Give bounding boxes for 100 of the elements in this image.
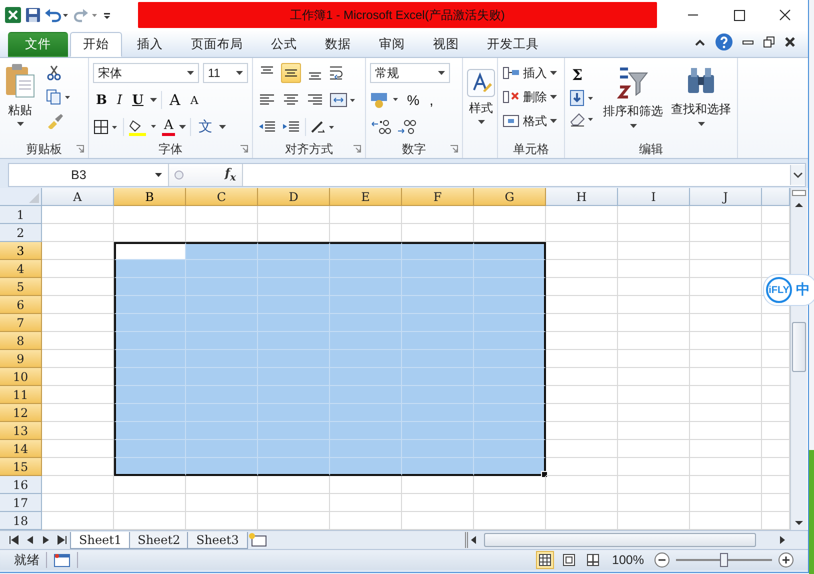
grid-cell[interactable] — [546, 404, 618, 422]
zoom-level[interactable]: 100% — [612, 553, 644, 567]
underline-button[interactable]: U — [129, 90, 146, 110]
column-header[interactable]: E — [330, 188, 402, 206]
paste-button[interactable]: 粘贴 — [4, 61, 36, 140]
grid-cell[interactable] — [546, 440, 618, 458]
brush-icon[interactable] — [46, 113, 64, 129]
close-icon[interactable] — [784, 36, 796, 48]
grid-cell[interactable] — [546, 332, 618, 350]
collapse-ribbon-icon[interactable] — [694, 37, 706, 47]
input-method-toast[interactable]: iFLY 中 — [763, 274, 814, 306]
grid-cell[interactable] — [546, 494, 618, 512]
grid-cell[interactable] — [618, 242, 690, 260]
grid-cell[interactable] — [690, 332, 762, 350]
selected-cell[interactable] — [474, 368, 546, 386]
row-header[interactable]: 15 — [0, 458, 42, 476]
grid-cell[interactable] — [42, 206, 114, 224]
row-header[interactable]: 18 — [0, 512, 42, 530]
grid-cell[interactable] — [402, 476, 474, 494]
zoom-slider-thumb[interactable] — [720, 553, 728, 567]
row-header[interactable]: 7 — [0, 314, 42, 332]
grid-cell[interactable] — [690, 224, 762, 242]
row-header[interactable]: 10 — [0, 368, 42, 386]
selected-cell[interactable] — [258, 242, 330, 260]
zoom-out-icon[interactable] — [654, 552, 670, 568]
grid-cell[interactable] — [618, 368, 690, 386]
caret-icon[interactable] — [179, 125, 186, 129]
caret-icon[interactable] — [219, 125, 226, 129]
grid-cell[interactable] — [618, 278, 690, 296]
comma-button[interactable]: , — [426, 90, 436, 110]
selected-cell[interactable] — [474, 260, 546, 278]
grid-cell[interactable] — [546, 314, 618, 332]
ribbon-tab[interactable]: 开始 — [70, 32, 122, 57]
row-header[interactable]: 4 — [0, 260, 42, 278]
grid-cell[interactable] — [618, 494, 690, 512]
save-icon[interactable] — [25, 7, 41, 23]
ribbon-tab[interactable]: 审阅 — [366, 32, 418, 57]
selected-cell[interactable] — [474, 242, 546, 260]
currency-icon[interactable] — [370, 91, 400, 109]
selected-cell[interactable] — [474, 386, 546, 404]
grid-cell[interactable] — [258, 494, 330, 512]
column-header[interactable]: F — [402, 188, 474, 206]
selected-cell[interactable] — [474, 458, 546, 476]
row-header[interactable]: 16 — [0, 476, 42, 494]
grid-cell[interactable] — [690, 476, 762, 494]
restore-icon[interactable] — [763, 36, 775, 48]
merge-cells-icon[interactable] — [329, 92, 357, 108]
column-header[interactable]: I — [618, 188, 690, 206]
first-sheet-icon[interactable] — [8, 534, 20, 546]
grid-cell[interactable] — [690, 440, 762, 458]
selected-cell[interactable] — [474, 440, 546, 458]
dialog-launcher-icon[interactable] — [76, 145, 84, 153]
grid-cell[interactable] — [42, 224, 114, 242]
grid-cell[interactable] — [546, 296, 618, 314]
spreadsheet-icon[interactable] — [4, 6, 22, 24]
copy-icon[interactable] — [46, 89, 72, 105]
grid-cell[interactable] — [258, 206, 330, 224]
grid-cell[interactable] — [690, 350, 762, 368]
grid-cell[interactable] — [258, 476, 330, 494]
caret-icon[interactable] — [150, 98, 158, 102]
grid-cell[interactable] — [690, 242, 762, 260]
grid-cell[interactable] — [42, 494, 114, 512]
grid-cell[interactable] — [402, 206, 474, 224]
grid-cell[interactable] — [114, 494, 186, 512]
grid-cell[interactable] — [402, 494, 474, 512]
grid-cell[interactable] — [546, 278, 618, 296]
file-tab[interactable]: 文件 — [8, 32, 68, 57]
selected-cell[interactable] — [474, 314, 546, 332]
eraser-icon[interactable] — [569, 111, 595, 127]
decrease-decimal-icon[interactable] — [396, 119, 418, 135]
grid-cell[interactable] — [546, 422, 618, 440]
column-header[interactable]: H — [546, 188, 618, 206]
find-select-button[interactable]: 查找和选择 — [671, 61, 731, 140]
sheet-tab[interactable]: Sheet2 — [128, 532, 190, 548]
grid-cell[interactable] — [330, 476, 402, 494]
styles-button[interactable]: 样式 — [467, 61, 495, 158]
grid-cell[interactable] — [690, 314, 762, 332]
column-header[interactable]: A — [42, 188, 114, 206]
selected-cell[interactable] — [474, 296, 546, 314]
grid-cell[interactable] — [618, 422, 690, 440]
grid-cell[interactable] — [690, 494, 762, 512]
grid-cell[interactable] — [546, 458, 618, 476]
column-header[interactable]: D — [258, 188, 330, 206]
grid-cell[interactable] — [690, 386, 762, 404]
scissors-icon[interactable] — [46, 65, 62, 81]
row-header[interactable]: 2 — [0, 224, 42, 242]
grid-cell[interactable] — [618, 224, 690, 242]
grid-cell[interactable] — [618, 386, 690, 404]
grid-cell[interactable] — [114, 206, 186, 224]
selected-cell[interactable] — [474, 422, 546, 440]
select-all-corner[interactable] — [0, 188, 42, 206]
selected-cell[interactable] — [474, 332, 546, 350]
grid-cell[interactable] — [618, 296, 690, 314]
grid-cell[interactable] — [618, 350, 690, 368]
orientation-icon[interactable] — [310, 119, 336, 135]
font-size-box[interactable]: 11 — [202, 63, 248, 83]
grid-cell[interactable] — [618, 404, 690, 422]
insert-cells-button[interactable]: 插入 — [502, 62, 560, 84]
middle-align-button[interactable] — [281, 63, 301, 83]
grid-cell[interactable] — [690, 296, 762, 314]
